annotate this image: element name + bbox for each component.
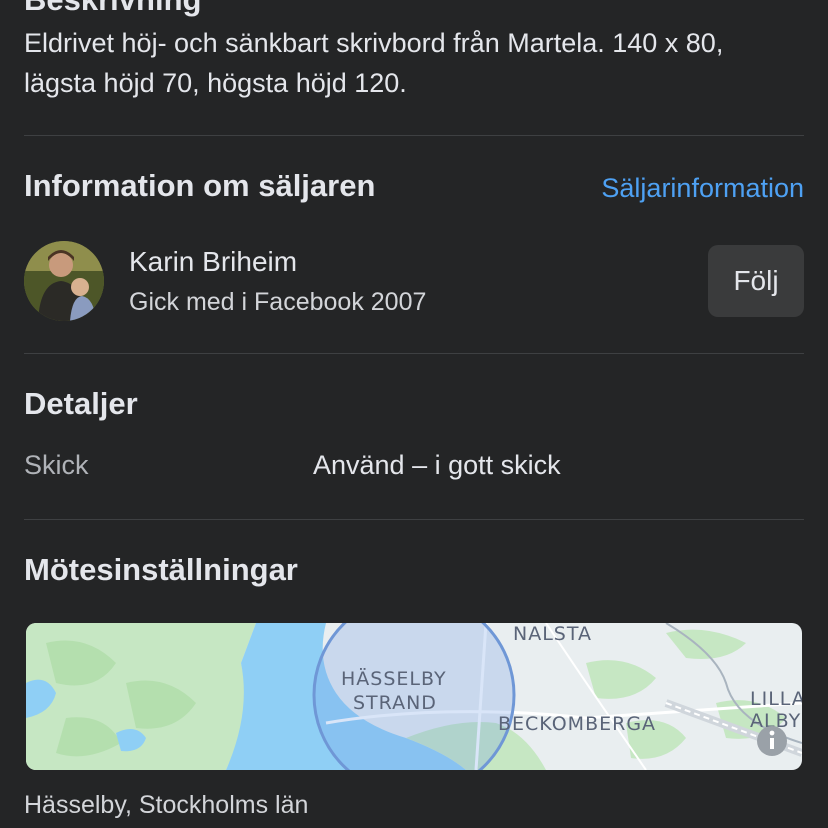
divider (24, 135, 804, 136)
description-line-2: lägsta höjd 70, högsta höjd 120. (24, 68, 407, 98)
avatar-photo (24, 241, 104, 321)
description-text: Eldrivet höj- och sänkbart skrivbord frå… (24, 23, 723, 103)
seller-info-link[interactable]: Säljarinformation (601, 173, 804, 204)
divider (24, 519, 804, 520)
map-label-nalsta: NALSTA (513, 623, 592, 645)
seller-name[interactable]: Karin Briheim (129, 246, 297, 278)
divider (24, 353, 804, 354)
seller-joined: Gick med i Facebook 2007 (129, 288, 427, 316)
seller-info-heading: Information om säljaren (24, 168, 376, 203)
map-label-strand: STRAND (353, 692, 437, 714)
map-graphic: NALSTA HÄSSELBY STRAND BECKOMBERGA LILLA… (26, 623, 802, 770)
description-line-1: Eldrivet höj- och sänkbart skrivbord frå… (24, 28, 724, 58)
map-label-lilla: LILLA (750, 688, 802, 710)
location-text: Hässelby, Stockholms län (24, 791, 309, 819)
meeting-heading: Mötesinställningar (24, 552, 298, 587)
map-label-beckomberga: BECKOMBERGA (498, 713, 656, 735)
details-heading: Detaljer (24, 386, 138, 421)
condition-value: Använd – i gott skick (313, 450, 561, 480)
info-icon[interactable] (757, 726, 787, 756)
avatar[interactable] (24, 241, 104, 321)
location-map[interactable]: NALSTA HÄSSELBY STRAND BECKOMBERGA LILLA… (26, 623, 802, 770)
description-heading: Beskrivning (24, 0, 201, 18)
map-label-hasselby: HÄSSELBY (341, 667, 447, 690)
condition-label: Skick (24, 450, 89, 480)
follow-button[interactable]: Följ (708, 245, 804, 317)
